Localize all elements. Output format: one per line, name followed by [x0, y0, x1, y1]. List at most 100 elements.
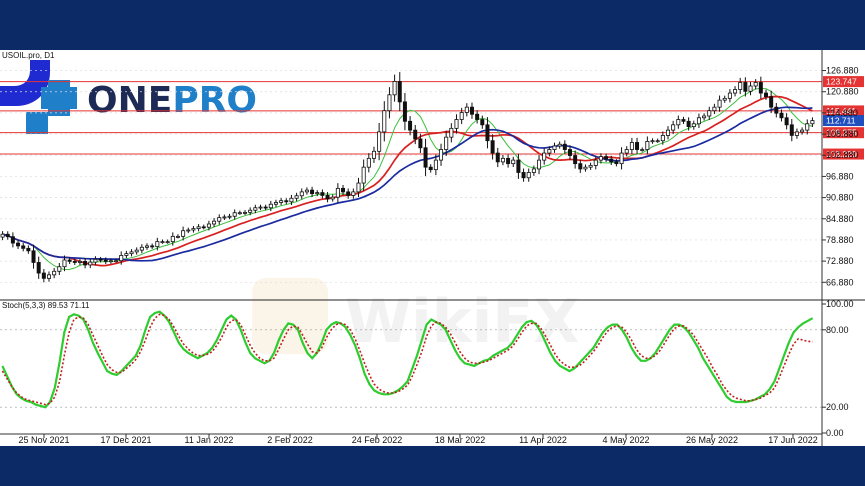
candle-body-bull — [557, 143, 562, 147]
candle-body-bear — [413, 129, 418, 140]
candle-body-bear — [480, 119, 485, 126]
candle-body-bull — [511, 159, 516, 165]
candle-body-bear — [310, 189, 315, 195]
candle-body-bull — [500, 157, 505, 163]
candle-body-bull — [273, 202, 278, 205]
candle — [727, 89, 732, 103]
candle-body-bear — [41, 272, 46, 279]
candle-body-bear — [98, 258, 103, 261]
candle — [392, 74, 397, 102]
candle-body-bear — [83, 261, 88, 266]
stoch-title: Stoch(5,3,3) 89.53 71.11 — [2, 301, 90, 310]
candle-body-bull — [805, 123, 810, 131]
candle-body-bull — [139, 246, 144, 251]
candle — [371, 146, 376, 163]
candle-body-bull — [57, 266, 62, 272]
candle — [191, 225, 196, 233]
candle-body-bear — [789, 124, 794, 136]
candle-body-bull — [304, 189, 309, 193]
candle — [583, 164, 588, 172]
price-tick-label: 90.880 — [826, 193, 854, 203]
stoch-tick-label: 100.00 — [826, 299, 854, 309]
candle — [655, 138, 660, 143]
candle-body-bull — [227, 215, 232, 218]
watermark-text: WikiFX — [345, 287, 579, 357]
candle-body-bull — [537, 159, 542, 170]
candle — [619, 147, 624, 170]
candle-body-bear — [469, 106, 474, 115]
candle-body-bull — [181, 230, 186, 237]
candle-body-bull — [155, 241, 160, 247]
candle — [784, 113, 789, 130]
candle-body-bull — [449, 127, 454, 138]
candle — [511, 156, 516, 167]
candle-body-bear — [5, 233, 10, 238]
candle — [263, 204, 268, 211]
level-tag-label: 123.747 — [826, 77, 857, 87]
candle-body-bear — [758, 82, 763, 94]
candle — [93, 256, 98, 266]
candle-body-bull — [88, 261, 93, 266]
candle-body-bull — [145, 245, 150, 248]
candle-body-bull — [232, 212, 237, 217]
candle — [196, 224, 201, 232]
candle-body-bull — [707, 110, 712, 117]
candle-body-bull — [175, 235, 180, 238]
x-tick-label: 2 Feb 2022 — [267, 435, 313, 445]
candle — [665, 126, 670, 140]
candle-body-bull — [727, 92, 732, 99]
candle-body-bull — [93, 258, 98, 263]
candle — [366, 153, 371, 173]
candle — [382, 101, 387, 142]
candle-body-bear — [609, 158, 614, 163]
candle-body-bull — [696, 117, 701, 125]
candle — [578, 159, 583, 173]
candle — [304, 187, 309, 195]
candle-body-bull — [738, 82, 743, 90]
candle-body-bull — [206, 223, 211, 228]
candle-body-bull — [119, 255, 124, 262]
candle-body-bear — [31, 250, 36, 263]
candle-body-bull — [279, 200, 284, 203]
candle — [712, 103, 717, 115]
candle-body-bull — [356, 182, 361, 193]
candle — [402, 92, 407, 131]
candle-body-bear — [418, 138, 423, 149]
stoch-tick-label: 0.00 — [826, 428, 844, 438]
x-tick-label: 26 May 2022 — [686, 435, 738, 445]
candle — [629, 137, 634, 155]
candle — [36, 256, 41, 279]
candle-body-bull — [624, 149, 629, 154]
candle — [237, 210, 242, 215]
candle-body-bear — [743, 82, 748, 92]
candle-body-bull — [371, 150, 376, 159]
candle — [397, 72, 402, 112]
candle — [124, 250, 129, 259]
watermark-logo-icon — [252, 278, 328, 354]
logo-text-one: ONE — [87, 80, 172, 121]
candle-body-bull — [351, 191, 356, 196]
candle — [423, 138, 428, 177]
candle — [320, 189, 325, 199]
candle — [588, 162, 593, 170]
candle-body-bull — [165, 241, 170, 244]
price-tick-label: 102.880 — [826, 150, 859, 160]
candle-body-bull — [717, 99, 722, 108]
candle-body-bull — [212, 220, 217, 225]
candle — [222, 214, 227, 221]
candle-body-bear — [402, 101, 407, 122]
candle-body-bear — [72, 261, 77, 263]
watermark: WikiFX — [252, 278, 579, 357]
candle — [722, 95, 727, 103]
candle — [794, 128, 799, 139]
candle — [150, 243, 155, 249]
candle-body-bear — [567, 149, 572, 156]
candle-body-bull — [753, 82, 758, 87]
candle-body-bull — [691, 123, 696, 127]
x-tick-label: 24 Feb 2022 — [352, 435, 403, 445]
candle — [134, 247, 139, 255]
candle-body-bull — [733, 89, 738, 94]
candle-body-bear — [784, 117, 789, 126]
candle-body-bull — [439, 149, 444, 161]
candle-body-bull — [671, 124, 676, 131]
